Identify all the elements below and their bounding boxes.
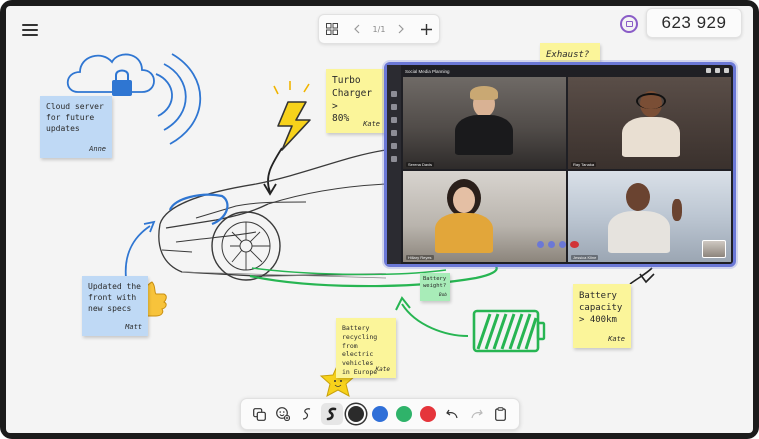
copy-icon[interactable] xyxy=(248,403,270,425)
note-line: front with xyxy=(88,292,137,302)
note-author: Bob xyxy=(438,292,447,298)
participant-tile[interactable]: Jessica Kline xyxy=(568,170,731,262)
camera-icon[interactable] xyxy=(537,241,544,248)
color-black[interactable] xyxy=(345,403,367,425)
self-view-thumbnail[interactable] xyxy=(702,240,726,258)
call-titlebar: Social Media Planning xyxy=(401,65,733,77)
note-line: updates xyxy=(46,123,80,133)
cloud-sketch xyxy=(66,53,155,93)
ink-toolbar xyxy=(240,398,520,430)
participant-tile[interactable]: Serena Davis xyxy=(403,77,566,169)
lightning-icon xyxy=(273,81,311,151)
fullscreen-icon[interactable] xyxy=(715,68,720,73)
color-red[interactable] xyxy=(417,403,439,425)
popout-icon[interactable] xyxy=(706,68,711,73)
clipboard-icon[interactable] xyxy=(490,403,512,425)
black-swatch xyxy=(347,406,364,422)
whiteboard-canvas[interactable]: 1/1 623 929 Exhaust? Cloud server for fu… xyxy=(6,6,753,433)
green-swatch xyxy=(396,406,413,422)
note-line: weight? xyxy=(423,283,447,290)
participant-grid: Serena Davis Ray Tanaka Hillary Reyes Je… xyxy=(403,77,731,262)
calls-icon[interactable] xyxy=(391,143,397,149)
page-count: 1/1 xyxy=(372,24,386,34)
sticky-note-battery-recycling[interactable]: Battery recycling from electric vehicles… xyxy=(336,318,396,378)
next-page-icon[interactable] xyxy=(391,19,411,39)
sticky-note-battery-weight[interactable]: Battery weight? Bob xyxy=(420,273,450,301)
sticky-note-battery-capacity[interactable]: Battery capacity > 400km Kate xyxy=(573,284,631,348)
hamburger-menu-icon[interactable] xyxy=(22,22,38,36)
call-app-rail xyxy=(387,65,401,264)
note-author: Matt xyxy=(125,322,142,331)
files-icon[interactable] xyxy=(391,156,397,162)
note-line: capacity xyxy=(579,303,623,314)
meeting-title: Social Media Planning xyxy=(405,68,450,74)
note-line: for future xyxy=(46,112,95,122)
video-call-panel[interactable]: Social Media Planning Serena Davis Ray T… xyxy=(384,62,736,267)
participant-name: Ray Tanaka xyxy=(571,161,597,167)
participant-name: Serena Davis xyxy=(406,161,435,167)
cast-icon[interactable] xyxy=(620,15,638,33)
page-navigator: 1/1 xyxy=(318,14,440,44)
color-green[interactable] xyxy=(393,403,415,425)
participant-name: Jessica Kline xyxy=(571,255,599,260)
note-line: recycling from xyxy=(342,332,378,350)
previous-page-icon[interactable] xyxy=(347,19,367,39)
car-sketch xyxy=(158,149,387,279)
red-swatch xyxy=(420,406,437,422)
note-line: Charger > xyxy=(332,87,373,112)
redo-icon[interactable] xyxy=(466,403,488,425)
participant-tile[interactable]: Hillary Reyes xyxy=(403,170,566,262)
close-icon[interactable] xyxy=(724,68,729,73)
battery-icon xyxy=(472,309,546,353)
grid-view-icon[interactable] xyxy=(322,19,342,39)
call-controls xyxy=(537,241,579,248)
note-line: Battery xyxy=(579,291,617,301)
note-author: Kate xyxy=(363,119,380,128)
note-author: Kate xyxy=(375,365,390,373)
session-code: 623 929 xyxy=(646,8,742,38)
pen-thin-icon[interactable] xyxy=(296,403,318,425)
calendar-icon[interactable] xyxy=(391,130,397,136)
sticky-note-front-specs[interactable]: Updated the front with new specs Matt xyxy=(82,276,148,336)
color-blue[interactable] xyxy=(369,403,391,425)
note-line: Cloud server xyxy=(46,102,104,111)
teams-icon[interactable] xyxy=(391,117,397,123)
note-line: > 400km xyxy=(579,315,617,326)
note-line: Battery xyxy=(423,276,447,282)
pen-thick-icon[interactable] xyxy=(320,403,343,425)
note-line: Turbo xyxy=(332,75,361,86)
sticky-note-cloud-server[interactable]: Cloud server for future updates Anne xyxy=(40,96,112,158)
note-line: Updated the xyxy=(88,282,141,291)
undo-icon[interactable] xyxy=(441,403,463,425)
participant-name: Hillary Reyes xyxy=(406,255,434,260)
note-line: Battery xyxy=(342,324,370,332)
note-line: new specs xyxy=(88,303,132,313)
note-author: Kate xyxy=(608,334,625,343)
sticky-note-turbo-charger[interactable]: Turbo Charger > 80% Kate xyxy=(326,69,386,133)
add-page-icon[interactable] xyxy=(416,19,436,39)
sticky-note-text: Exhaust? xyxy=(546,50,590,60)
activity-icon[interactable] xyxy=(391,91,397,97)
mic-icon[interactable] xyxy=(548,241,555,248)
share-icon[interactable] xyxy=(559,241,566,248)
participant-tile[interactable]: Ray Tanaka xyxy=(568,77,731,169)
device-frame: 1/1 623 929 Exhaust? Cloud server for fu… xyxy=(0,0,759,439)
sticker-icon[interactable] xyxy=(272,403,294,425)
lock-icon xyxy=(112,69,132,96)
blue-swatch xyxy=(371,406,388,422)
hang-up-icon[interactable] xyxy=(570,241,579,248)
chat-icon[interactable] xyxy=(391,104,397,110)
note-author: Anne xyxy=(89,144,106,153)
